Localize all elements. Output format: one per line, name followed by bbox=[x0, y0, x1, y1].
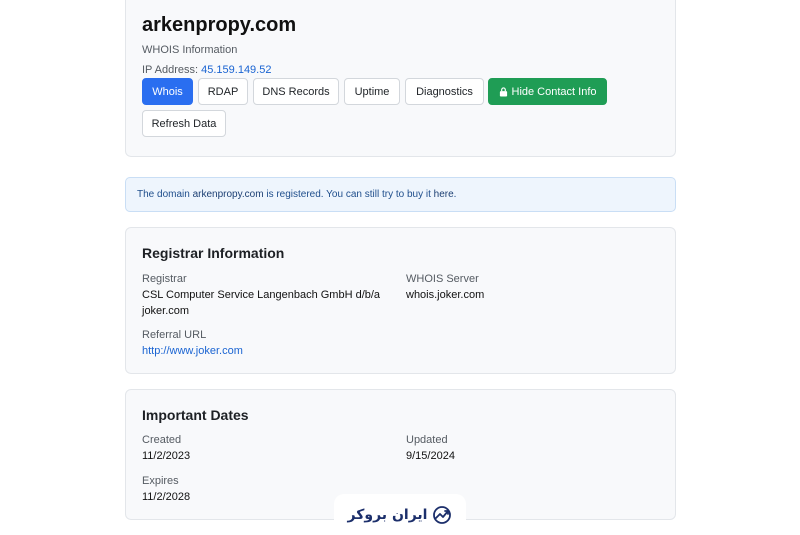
expires-label: Expires bbox=[142, 475, 179, 487]
updated-value: 9/15/2024 bbox=[406, 450, 455, 462]
ip-address-line: IP Address: 45.159.149.52 bbox=[142, 64, 271, 76]
lock-icon bbox=[499, 86, 507, 96]
ip-address-label: IP Address: bbox=[142, 64, 199, 76]
whois-subtitle: WHOIS Information bbox=[142, 44, 238, 56]
registrar-section-title: Registrar Information bbox=[142, 245, 285, 261]
registrar-info-card: Registrar Information Registrar CSL Comp… bbox=[125, 227, 676, 374]
alert-domain: arkenpropy.com bbox=[192, 189, 264, 200]
whois-server-value: whois.joker.com bbox=[406, 289, 485, 301]
domain-header-card: arkenpropy.com WHOIS Information IP Addr… bbox=[125, 0, 676, 157]
created-value: 11/2/2023 bbox=[142, 450, 191, 462]
dates-section-title: Important Dates bbox=[142, 407, 249, 423]
registration-alert: The domain arkenpropy.com is registered.… bbox=[125, 177, 676, 212]
domain-title: arkenpropy.com bbox=[142, 14, 297, 36]
dns-records-button[interactable]: DNS Records bbox=[253, 78, 339, 105]
alert-suffix: . bbox=[453, 189, 457, 200]
diagnostics-button[interactable]: Diagnostics bbox=[405, 78, 484, 105]
alert-prefix: The domain bbox=[137, 189, 193, 200]
alert-buy-link[interactable]: here bbox=[434, 189, 454, 200]
refresh-data-button[interactable]: Refresh Data bbox=[142, 110, 226, 137]
brand-watermark: ایران بروکر bbox=[334, 494, 466, 535]
hide-contact-info-button[interactable]: Hide Contact Info bbox=[488, 78, 607, 105]
chart-trend-logo-icon bbox=[433, 505, 452, 524]
whois-button[interactable]: Whois bbox=[142, 78, 193, 105]
registrar-label: Registrar bbox=[142, 273, 187, 285]
created-label: Created bbox=[142, 434, 182, 446]
referral-url-link[interactable]: http://www.joker.com bbox=[142, 345, 243, 357]
watermark-text: ایران بروکر bbox=[347, 506, 428, 523]
referral-url-label: Referral URL bbox=[142, 329, 207, 341]
updated-label: Updated bbox=[406, 434, 448, 446]
alert-middle: is registered. You can still try to buy … bbox=[263, 189, 434, 200]
rdap-button[interactable]: RDAP bbox=[198, 78, 248, 105]
uptime-button[interactable]: Uptime bbox=[344, 78, 400, 105]
hide-contact-info-label: Hide Contact Info bbox=[511, 85, 597, 98]
expires-value: 11/2/2028 bbox=[142, 491, 191, 503]
registrar-value-line2: joker.com bbox=[142, 305, 190, 317]
ip-address-link[interactable]: 45.159.149.52 bbox=[201, 64, 271, 76]
whois-server-label: WHOIS Server bbox=[406, 273, 479, 285]
registrar-value-line1: CSL Computer Service Langenbach GmbH d/b… bbox=[142, 289, 381, 301]
